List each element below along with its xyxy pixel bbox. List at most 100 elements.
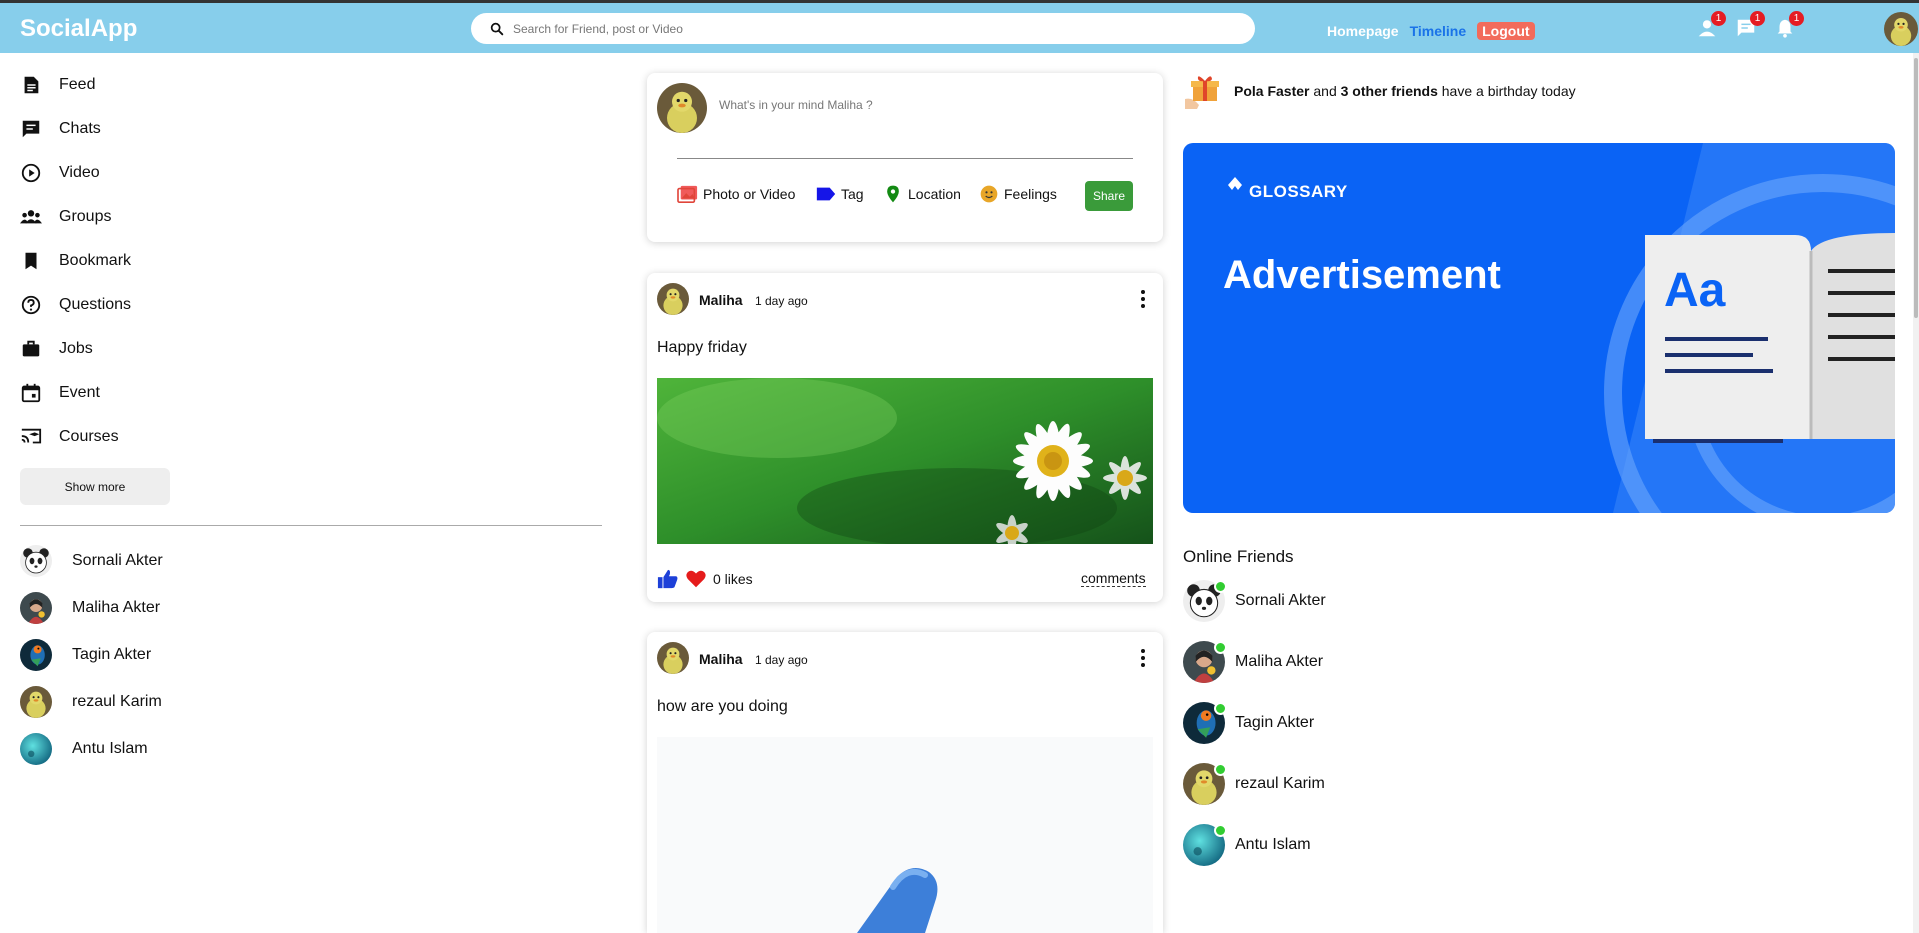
comments-link[interactable]: comments xyxy=(1081,570,1146,587)
messages-button[interactable]: 1 xyxy=(1735,11,1765,39)
sidebar-item-courses[interactable]: Courses xyxy=(20,422,119,452)
more-vert-icon[interactable] xyxy=(1131,646,1155,670)
friend-requests-button[interactable]: 1 xyxy=(1696,11,1726,39)
online-status-dot xyxy=(1214,580,1227,593)
sidebar-item-event[interactable]: Event xyxy=(20,378,100,408)
online-status-dot xyxy=(1214,824,1227,837)
app-logo[interactable]: SocialApp xyxy=(20,15,137,43)
tag-icon xyxy=(816,187,836,201)
online-friend-item[interactable]: Tagin Akter xyxy=(1183,702,1314,744)
post-timestamp: 1 day ago xyxy=(755,294,808,308)
emoji-icon xyxy=(980,185,998,203)
avatar[interactable] xyxy=(657,283,689,315)
avatar[interactable] xyxy=(657,642,689,674)
post-image[interactable] xyxy=(657,737,1153,933)
sidebar-item-chats[interactable]: Chats xyxy=(20,114,101,144)
online-friend-item[interactable]: Antu Islam xyxy=(1183,824,1311,866)
left-sidebar: Feed Chats Video Groups Bookmark Questio… xyxy=(0,53,625,933)
tag-label: Tag xyxy=(841,186,864,202)
online-friend-name: Tagin Akter xyxy=(1235,714,1315,731)
sidebar-item-bookmark[interactable]: Bookmark xyxy=(20,246,131,276)
top-links: Homepage Timeline Logout xyxy=(1327,22,1535,40)
location-option[interactable]: Location xyxy=(882,184,961,204)
birthday-connector: and xyxy=(1313,83,1337,99)
bookmark-icon xyxy=(25,252,37,270)
share-card: Photo or Video Tag Location Feelings Sha… xyxy=(647,73,1163,242)
sidebar-item-label: Bookmark xyxy=(59,252,132,269)
post-reactions: 0 likes xyxy=(657,568,753,590)
post-card: Maliha 1 day ago Happy friday 0 likes co… xyxy=(647,273,1163,602)
messages-badge: 1 xyxy=(1750,11,1765,26)
sidebar-item-label: Feed xyxy=(59,76,96,93)
logout-button[interactable]: Logout xyxy=(1477,22,1535,40)
photo-icon xyxy=(677,185,698,203)
post-text: Happy friday xyxy=(657,339,747,356)
friend-name: Tagin Akter xyxy=(72,646,152,663)
friend-name: Antu Islam xyxy=(72,740,148,757)
calendar-icon xyxy=(21,383,41,403)
sidebar-divider xyxy=(20,525,602,526)
friend-item[interactable]: Antu Islam xyxy=(20,733,148,765)
post-author[interactable]: Maliha xyxy=(699,651,743,667)
sidebar-item-label: Groups xyxy=(59,208,112,225)
photo-video-option[interactable]: Photo or Video xyxy=(677,184,795,204)
show-more-button[interactable]: Show more xyxy=(20,468,170,505)
online-status-dot xyxy=(1214,641,1227,654)
share-button[interactable]: Share xyxy=(1085,181,1133,211)
sidebar-item-questions[interactable]: Questions xyxy=(20,290,131,320)
notifications-button[interactable]: 1 xyxy=(1774,11,1804,39)
homepage-link[interactable]: Homepage xyxy=(1327,23,1399,39)
birthday-other-friends[interactable]: 3 other friends xyxy=(1341,83,1438,99)
friend-requests-badge: 1 xyxy=(1711,11,1726,26)
share-divider xyxy=(677,158,1133,159)
friend-item[interactable]: Sornali Akter xyxy=(20,545,163,577)
sidebar-item-video[interactable]: Video xyxy=(20,158,100,188)
avatar xyxy=(20,545,52,577)
school-icon xyxy=(21,428,42,444)
friend-item[interactable]: Tagin Akter xyxy=(20,639,151,671)
avatar xyxy=(20,592,52,624)
sidebar-item-jobs[interactable]: Jobs xyxy=(20,334,93,364)
post-author[interactable]: Maliha xyxy=(699,292,743,308)
friend-item[interactable]: Maliha Akter xyxy=(20,592,160,624)
sidebar-item-feed[interactable]: Feed xyxy=(20,70,95,100)
search-icon xyxy=(490,22,504,35)
friend-name: rezaul Karim xyxy=(72,693,162,710)
search-bar[interactable] xyxy=(471,13,1255,44)
like-count: 0 likes xyxy=(713,571,753,587)
avatar xyxy=(20,686,52,718)
profile-avatar[interactable] xyxy=(1884,12,1918,46)
feelings-label: Feelings xyxy=(1004,186,1057,202)
online-friend-name: rezaul Karim xyxy=(1235,775,1325,792)
timeline-link[interactable]: Timeline xyxy=(1410,23,1467,39)
online-friend-item[interactable]: rezaul Karim xyxy=(1183,763,1325,805)
avatar xyxy=(20,639,52,671)
post-card: Maliha 1 day ago how are you doing xyxy=(647,632,1163,933)
location-pin-icon xyxy=(887,185,899,203)
sidebar-item-label: Questions xyxy=(59,296,132,313)
ad-brand: GLOSSARY xyxy=(1249,182,1348,201)
feelings-option[interactable]: Feelings xyxy=(978,184,1057,204)
more-vert-icon[interactable] xyxy=(1131,287,1155,311)
scrollbar-thumb[interactable] xyxy=(1914,58,1918,318)
birthday-person[interactable]: Pola Faster xyxy=(1234,83,1309,99)
advertisement-banner[interactable]: GLOSSARY Advertisement Aa xyxy=(1183,143,1895,513)
tag-option[interactable]: Tag xyxy=(815,184,864,204)
search-input[interactable] xyxy=(513,21,1213,36)
online-friend-item[interactable]: Maliha Akter xyxy=(1183,641,1323,683)
heart-icon[interactable] xyxy=(685,568,707,590)
post-image[interactable] xyxy=(657,378,1153,544)
location-label: Location xyxy=(908,186,961,202)
online-friends-title: Online Friends xyxy=(1183,547,1294,566)
sidebar-item-groups[interactable]: Groups xyxy=(20,202,111,232)
share-input[interactable] xyxy=(719,98,1119,112)
friend-name: Maliha Akter xyxy=(72,599,161,616)
online-friend-name: Antu Islam xyxy=(1235,836,1311,853)
sidebar-item-label: Chats xyxy=(59,120,101,137)
online-status-dot xyxy=(1214,763,1227,776)
like-icon[interactable] xyxy=(657,568,679,590)
online-friend-item[interactable]: Sornali Akter xyxy=(1183,580,1326,622)
friend-item[interactable]: rezaul Karim xyxy=(20,686,162,718)
briefcase-icon xyxy=(22,340,40,357)
chat-icon xyxy=(22,120,40,138)
